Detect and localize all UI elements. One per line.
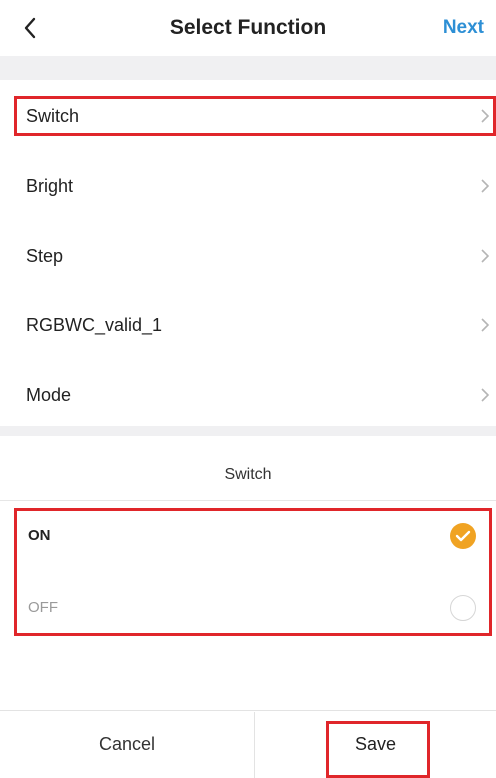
chevron-right-icon bbox=[481, 109, 490, 123]
function-item-rgbwc[interactable]: RGBWC_valid_1 bbox=[0, 300, 496, 350]
option-off[interactable]: OFF bbox=[0, 580, 496, 636]
function-label: RGBWC_valid_1 bbox=[26, 314, 163, 335]
panel-title: Switch bbox=[224, 466, 272, 483]
function-label: Switch bbox=[26, 105, 80, 126]
check-icon bbox=[455, 530, 471, 542]
radio-checked[interactable] bbox=[450, 523, 476, 549]
save-button[interactable]: Save bbox=[255, 710, 496, 778]
function-label: Bright bbox=[26, 175, 74, 196]
option-label: ON bbox=[28, 527, 51, 544]
option-label: OFF bbox=[28, 599, 58, 616]
option-on[interactable]: ON bbox=[0, 508, 496, 564]
chevron-right-icon bbox=[481, 249, 490, 263]
select-function-screen: Select Function Next Switch Bright Step … bbox=[0, 0, 496, 778]
next-button[interactable]: Next bbox=[443, 17, 484, 39]
header-bar: Select Function Next bbox=[0, 0, 496, 56]
function-label: Step bbox=[26, 245, 64, 266]
divider bbox=[0, 500, 496, 501]
cancel-button[interactable]: Cancel bbox=[0, 710, 254, 778]
function-item-bright[interactable]: Bright bbox=[0, 161, 496, 211]
chevron-right-icon bbox=[481, 318, 490, 332]
chevron-right-icon bbox=[481, 179, 490, 193]
radio-unchecked[interactable] bbox=[450, 595, 476, 621]
chevron-right-icon bbox=[481, 388, 490, 402]
page-title: Select Function bbox=[169, 16, 327, 39]
function-label: Mode bbox=[26, 384, 72, 405]
function-item-mode[interactable]: Mode bbox=[0, 370, 496, 420]
function-item-switch[interactable]: Switch bbox=[0, 91, 496, 141]
function-item-step[interactable]: Step bbox=[0, 231, 496, 281]
